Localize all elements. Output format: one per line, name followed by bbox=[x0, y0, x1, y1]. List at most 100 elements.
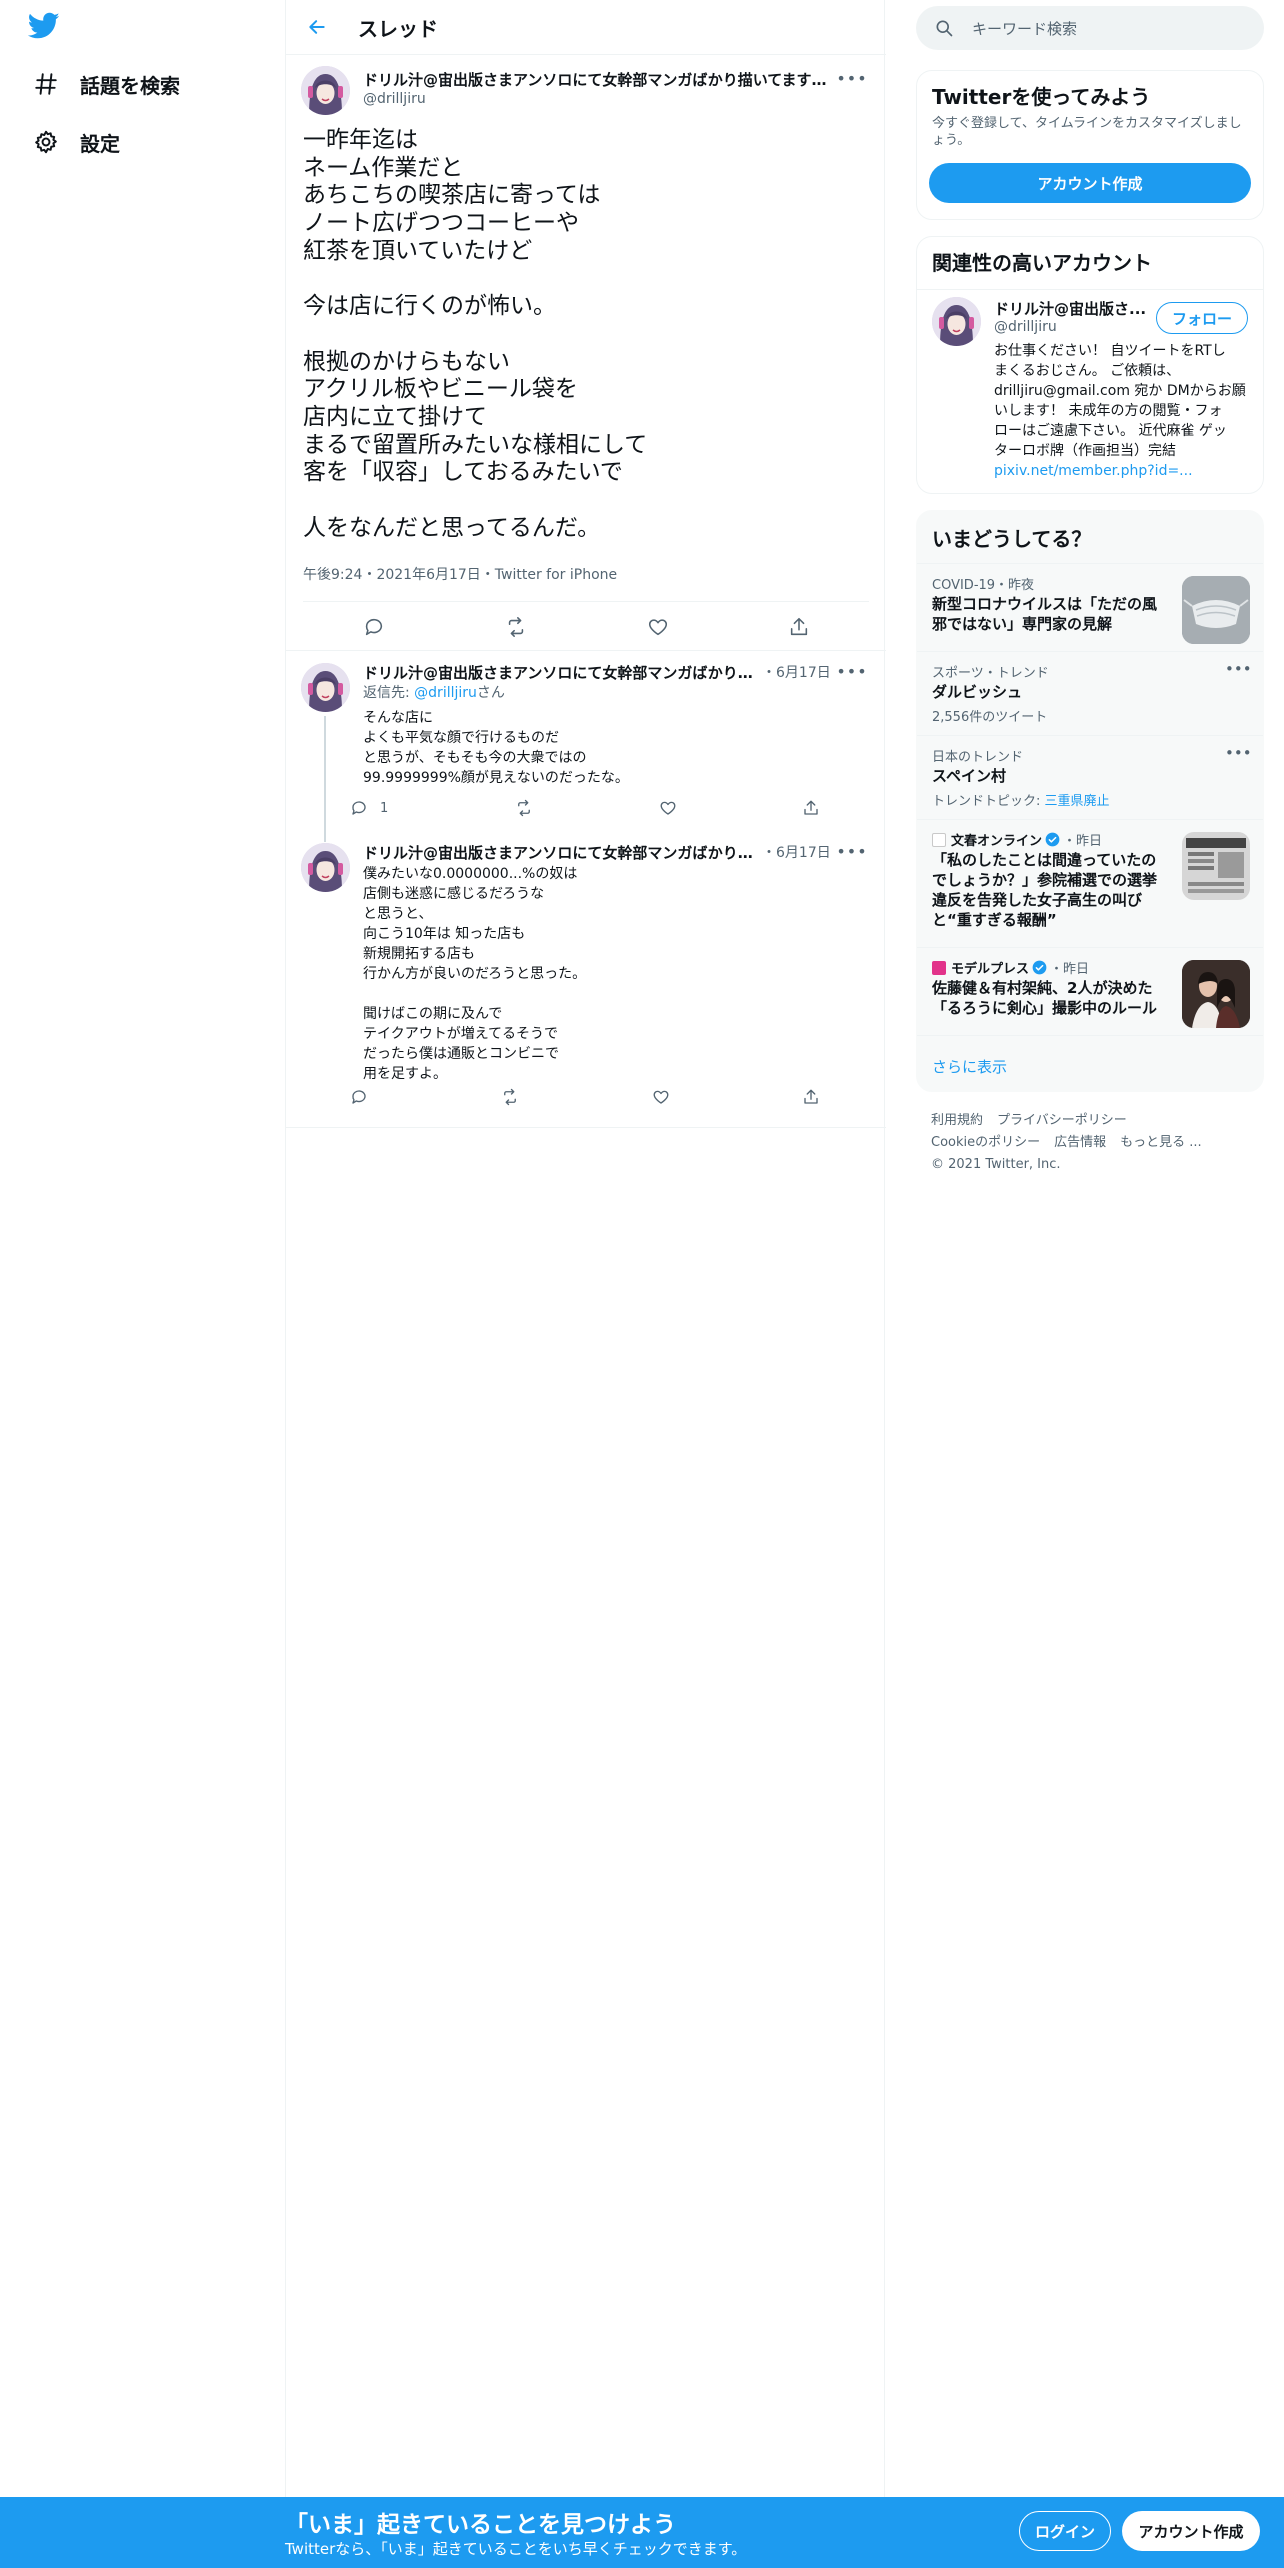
like-icon[interactable] bbox=[652, 1088, 670, 1106]
reply-icon[interactable] bbox=[363, 616, 385, 638]
retweet-icon[interactable] bbox=[500, 1088, 520, 1106]
signup-button[interactable]: アカウント作成 bbox=[1122, 2511, 1260, 2551]
tweet-line: だったら僕は通販とコンビニで bbox=[363, 1046, 559, 1062]
more-options-icon[interactable]: ••• bbox=[836, 660, 866, 682]
share-icon[interactable] bbox=[802, 1088, 820, 1106]
card-title: いまどうしてる？ bbox=[932, 527, 1092, 551]
bio-line: お仕事ください！ 自ツイートをRTし bbox=[994, 343, 1226, 359]
more-options-icon[interactable]: ••• bbox=[836, 840, 866, 862]
trend-category: COVID-19・昨夜 bbox=[932, 578, 1035, 593]
tweet-line: ネーム作業だと bbox=[303, 154, 464, 181]
footer-row: Cookieのポリシー 広告情報 もっと見る ... bbox=[931, 1132, 1261, 1154]
left-navigation: 話題を検索 設定 bbox=[0, 0, 285, 2568]
author-name[interactable]: ドリル汁@宙出版さまアンソロにて女幹部マンガばかり... bbox=[363, 842, 753, 863]
follow-button[interactable]: フォロー bbox=[1156, 302, 1248, 334]
tweet-line: 僕みたいな0.0000000...%の奴は bbox=[363, 866, 578, 882]
trend-item[interactable]: COVID-19・昨夜 新型コロナウイルスは「ただの風 邪ではない」専門家の見解 bbox=[917, 563, 1263, 651]
tweet-date[interactable]: ・6月17日 bbox=[762, 662, 831, 682]
tweet-line: 店側も迷惑に感じるだろうな bbox=[363, 886, 545, 902]
avatar[interactable] bbox=[932, 297, 981, 346]
tweet-line: あちこちの喫茶店に寄っては bbox=[303, 182, 601, 209]
share-icon[interactable] bbox=[788, 616, 810, 638]
trend-publisher: 文春オンライン ・昨日 bbox=[932, 830, 1102, 849]
tweet-line bbox=[303, 265, 863, 293]
tweet-line: テイクアウトが増えてるそうで bbox=[363, 1026, 559, 1042]
tweet-line: 聞けばこの期に及んで bbox=[363, 1006, 503, 1022]
search-input[interactable]: キーワード検索 bbox=[916, 6, 1264, 50]
author-name[interactable]: ドリル汁@宙出版さまアンソロにて女幹部マンガばかり... bbox=[363, 662, 753, 683]
card-subtitle: 今すぐ登録して、タイムラインをカスタマイズしましょう。 bbox=[932, 116, 1242, 148]
more-options-icon[interactable]: ••• bbox=[836, 67, 866, 89]
tweet-line: 一昨年迄は bbox=[303, 127, 418, 153]
trends-card: いまどうしてる？ COVID-19・昨夜 新型コロナウイルスは「ただの風 邪では… bbox=[916, 510, 1264, 1092]
share-icon[interactable] bbox=[802, 799, 820, 817]
signup-banner: 「いま」起きていることを見つけよう Twitterなら、「いま」起きていることを… bbox=[0, 2497, 1284, 2568]
trend-item[interactable]: 文春オンライン ・昨日 「私のしたことは間違っていたの でしょうか？」参院補選で… bbox=[917, 819, 1263, 947]
bio-link[interactable]: pixiv.net/member.php?id=... bbox=[994, 461, 1250, 481]
like-icon[interactable] bbox=[659, 799, 677, 817]
bio-line: drilljiru@gmail.com 宛か DMからお願 bbox=[994, 383, 1246, 399]
tweet-line: と思うと、 bbox=[363, 906, 433, 922]
signup-card: Twitterを使ってみよう 今すぐ登録して、タイムラインをカスタマイズしましょ… bbox=[916, 70, 1264, 220]
trend-title-line: と“重すぎる報酬” bbox=[932, 911, 1057, 929]
footer-links: 利用規約 プライバシーポリシー Cookieのポリシー 広告情報 もっと見る ... … bbox=[931, 1110, 1261, 1176]
tweet-line: 紅茶を頂いていたけど bbox=[303, 237, 533, 264]
account-name[interactable]: ドリル汁@宙出版さ... bbox=[994, 298, 1149, 319]
publisher-logo-icon bbox=[932, 960, 946, 975]
back-arrow-icon[interactable] bbox=[300, 10, 334, 44]
like-icon[interactable] bbox=[647, 616, 669, 638]
reply-tweet[interactable]: ドリル汁@宙出版さまアンソロにて女幹部マンガばかり... ・6月17日 ••• … bbox=[286, 652, 886, 832]
publisher-name: 文春オンライン bbox=[951, 834, 1043, 849]
footer-link-terms[interactable]: 利用規約 bbox=[931, 1113, 983, 1128]
footer-link-more[interactable]: もっと見る ... bbox=[1120, 1135, 1202, 1150]
trend-topic: トレンドトピック: 三重県廃止 bbox=[932, 790, 1110, 809]
publish-time: ・昨日 bbox=[1050, 962, 1090, 977]
bio-line: いします！ 未成年の方の閲覧・フォ bbox=[994, 403, 1223, 419]
twitter-bird-icon[interactable] bbox=[27, 12, 64, 44]
tweet-date[interactable]: ・6月17日 bbox=[762, 842, 831, 862]
more-options-icon[interactable]: ••• bbox=[1225, 660, 1252, 678]
publisher-name: モデルプレス bbox=[951, 962, 1030, 977]
trend-thumbnail bbox=[1182, 576, 1250, 644]
tweet-line: まるで留置所みたいな様相にして bbox=[303, 431, 648, 458]
retweet-icon[interactable] bbox=[514, 799, 534, 817]
tweet-line: 今は店に行くのが怖い。 bbox=[303, 293, 556, 320]
more-options-icon[interactable]: ••• bbox=[1225, 744, 1252, 762]
trend-item[interactable]: スポーツ・トレンド ダルビッシュ 2,556件のツイート ••• bbox=[917, 651, 1263, 735]
tweet-line: 向こう10年は 知った店も bbox=[363, 926, 526, 942]
tweet-actions: 1 bbox=[350, 796, 820, 820]
footer-link-cookies[interactable]: Cookieのポリシー bbox=[931, 1135, 1040, 1150]
nav-item-explore[interactable]: 話題を検索 bbox=[30, 60, 180, 108]
trend-item[interactable]: モデルプレス ・昨日 佐藤健＆有村架純、2人が決めた 「るろうに剣心」撮影中のル… bbox=[917, 947, 1263, 1035]
avatar[interactable] bbox=[301, 66, 350, 115]
show-more-link[interactable]: さらに表示 bbox=[932, 1056, 1007, 1077]
footer-link-ads[interactable]: 広告情報 bbox=[1054, 1135, 1106, 1150]
verified-badge-icon bbox=[1032, 960, 1047, 975]
tweet-timestamp[interactable]: 午後9:24・2021年6月17日・Twitter for iPhone bbox=[303, 564, 617, 584]
footer-link-privacy[interactable]: プライバシーポリシー bbox=[997, 1113, 1127, 1128]
account-handle[interactable]: @drilljiru bbox=[994, 319, 1057, 335]
login-button[interactable]: ログイン bbox=[1019, 2511, 1111, 2551]
trend-thumbnail bbox=[1182, 960, 1250, 1028]
trend-item[interactable]: 日本のトレンド スペイン村 トレンドトピック: 三重県廃止 ••• bbox=[917, 735, 1263, 819]
bio-line: ローはご遠慮下さい。 近代麻雀 ゲッ bbox=[994, 423, 1227, 439]
thread-connector bbox=[324, 716, 326, 832]
trend-topic-link[interactable]: 三重県廃止 bbox=[1045, 794, 1110, 809]
author-name[interactable]: ドリル汁@宙出版さまアンソロにて女幹部マンガばかり描いてます!... bbox=[363, 69, 833, 90]
reply-tweet[interactable]: ドリル汁@宙出版さまアンソロにて女幹部マンガばかり... ・6月17日 ••• … bbox=[286, 832, 886, 1128]
author-handle[interactable]: @drilljiru bbox=[363, 91, 426, 107]
avatar[interactable] bbox=[301, 663, 350, 712]
mention-link[interactable]: @drilljiru bbox=[414, 685, 477, 701]
publisher-logo-icon bbox=[932, 832, 946, 847]
page-title: スレッド bbox=[358, 16, 438, 41]
reply-button[interactable]: 1 bbox=[350, 799, 388, 817]
nav-item-settings[interactable]: 設定 bbox=[30, 118, 120, 166]
avatar[interactable] bbox=[301, 843, 350, 892]
retweet-icon[interactable] bbox=[504, 616, 528, 638]
trend-thumbnail bbox=[1182, 832, 1250, 900]
create-account-button[interactable]: アカウント作成 bbox=[929, 163, 1251, 203]
reply-icon[interactable] bbox=[350, 1088, 368, 1106]
tweet-line: 用を足すよ。 bbox=[363, 1066, 447, 1082]
trend-title-line: 邪ではない」専門家の見解 bbox=[932, 615, 1113, 633]
tweet-line bbox=[363, 984, 586, 1004]
